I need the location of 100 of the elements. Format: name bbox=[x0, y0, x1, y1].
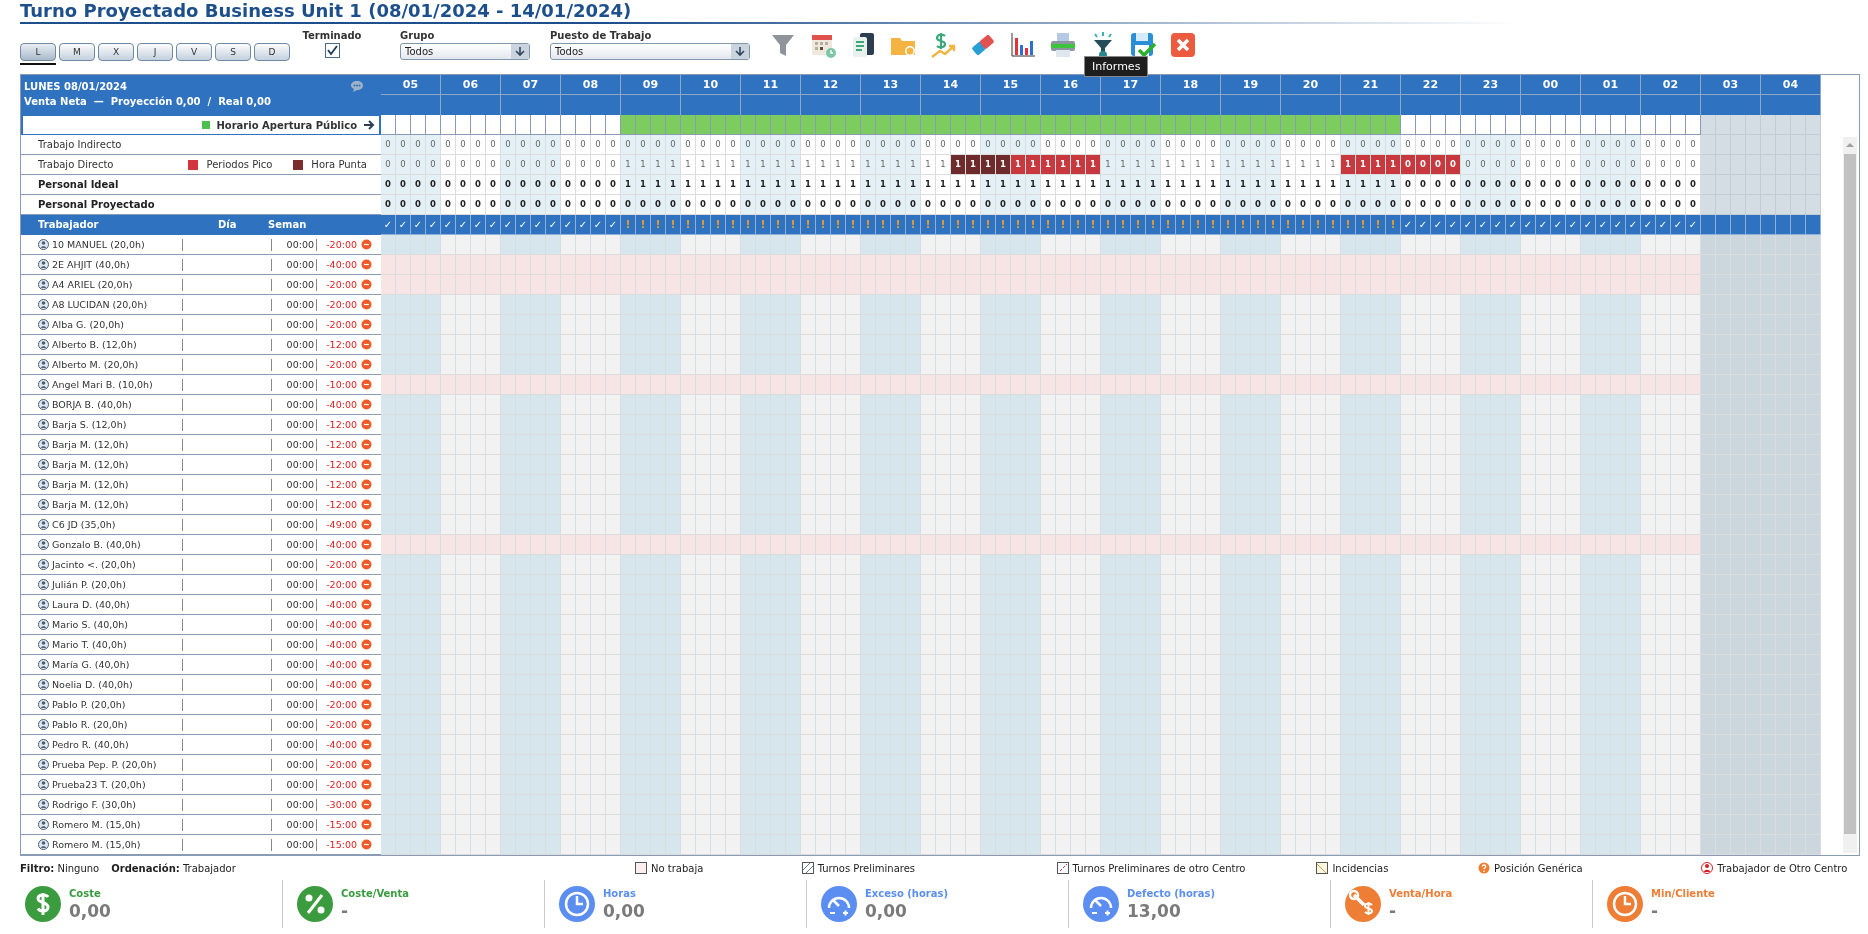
dropdown[interactable]: Todos bbox=[550, 43, 750, 60]
shift-track[interactable] bbox=[381, 635, 1821, 655]
minus-circle-icon[interactable] bbox=[361, 319, 372, 330]
shift-track[interactable] bbox=[381, 735, 1821, 755]
shift-track[interactable] bbox=[381, 315, 1821, 335]
scrollbar[interactable] bbox=[1843, 137, 1857, 853]
shift-track[interactable] bbox=[381, 675, 1821, 695]
worker-name[interactable]: BORJA B. (40,0h) bbox=[52, 399, 182, 410]
shift-track[interactable] bbox=[381, 415, 1821, 435]
worker-name[interactable]: Mario T. (40,0h) bbox=[52, 639, 182, 650]
minus-circle-icon[interactable] bbox=[361, 539, 372, 550]
day-tab[interactable]: V bbox=[176, 43, 212, 61]
worker-name[interactable]: Barja M. (12,0h) bbox=[52, 459, 182, 470]
worker-name[interactable]: Laura D. (40,0h) bbox=[52, 599, 182, 610]
worker-name[interactable]: Romero M. (15,0h) bbox=[52, 839, 182, 850]
worker-name[interactable]: Romero M. (15,0h) bbox=[52, 819, 182, 830]
minus-circle-icon[interactable] bbox=[361, 599, 372, 610]
shift-track[interactable] bbox=[381, 655, 1821, 675]
worker-name[interactable]: Pedro R. (40,0h) bbox=[52, 739, 182, 750]
minus-circle-icon[interactable] bbox=[361, 459, 372, 470]
worker-name[interactable]: Prueba Pep. P. (20,0h) bbox=[52, 759, 182, 770]
shift-track[interactable] bbox=[381, 555, 1821, 575]
minus-circle-icon[interactable] bbox=[361, 779, 372, 790]
worker-name[interactable]: A8 LUCIDAN (20,0h) bbox=[52, 299, 182, 310]
minus-circle-icon[interactable] bbox=[361, 379, 372, 390]
shift-track[interactable] bbox=[381, 435, 1821, 455]
shift-track[interactable] bbox=[381, 795, 1821, 815]
shift-track[interactable] bbox=[381, 335, 1821, 355]
shift-track[interactable] bbox=[381, 615, 1821, 635]
shift-track[interactable] bbox=[381, 715, 1821, 735]
minus-circle-icon[interactable] bbox=[361, 339, 372, 350]
shift-track[interactable] bbox=[381, 255, 1821, 275]
comment-icon[interactable] bbox=[350, 80, 364, 92]
minus-circle-icon[interactable] bbox=[361, 499, 372, 510]
day-tab[interactable]: S bbox=[215, 43, 251, 61]
worker-name[interactable]: Angel Mari B. (10,0h) bbox=[52, 379, 182, 390]
worker-name[interactable]: Pablo R. (20,0h) bbox=[52, 719, 182, 730]
minus-circle-icon[interactable] bbox=[361, 699, 372, 710]
worker-name[interactable]: Pablo P. (20,0h) bbox=[52, 699, 182, 710]
shift-track[interactable] bbox=[381, 515, 1821, 535]
worker-name[interactable]: Julián P. (20,0h) bbox=[52, 579, 182, 590]
shift-track[interactable] bbox=[381, 815, 1821, 835]
minus-circle-icon[interactable] bbox=[361, 739, 372, 750]
minus-circle-icon[interactable] bbox=[361, 279, 372, 290]
shift-track[interactable] bbox=[381, 375, 1821, 395]
minus-circle-icon[interactable] bbox=[361, 839, 372, 850]
worker-name[interactable]: 2E AHJIT (40,0h) bbox=[52, 259, 182, 270]
worker-name[interactable]: Mario S. (40,0h) bbox=[52, 619, 182, 630]
day-tab[interactable]: X bbox=[98, 43, 134, 61]
shift-track[interactable] bbox=[381, 575, 1821, 595]
worker-name[interactable]: 10 MANUEL (20,0h) bbox=[52, 239, 182, 250]
day-tab[interactable]: D bbox=[254, 43, 290, 61]
shift-track[interactable] bbox=[381, 395, 1821, 415]
shift-track[interactable] bbox=[381, 235, 1821, 255]
worker-name[interactable]: Barja M. (12,0h) bbox=[52, 479, 182, 490]
minus-circle-icon[interactable] bbox=[361, 639, 372, 650]
minus-circle-icon[interactable] bbox=[361, 799, 372, 810]
worker-name[interactable]: A4 ARIEL (20,0h) bbox=[52, 279, 182, 290]
worker-name[interactable]: Gonzalo B. (40,0h) bbox=[52, 539, 182, 550]
printer-icon[interactable] bbox=[1048, 30, 1078, 60]
worker-name[interactable]: Prueba23 T. (20,0h) bbox=[52, 779, 182, 790]
worker-name[interactable]: Barja S. (12,0h) bbox=[52, 419, 182, 430]
worker-name[interactable]: Alba G. (20,0h) bbox=[52, 319, 182, 330]
minus-circle-icon[interactable] bbox=[361, 659, 372, 670]
worker-name[interactable]: Jacinto <. (20,0h) bbox=[52, 559, 182, 570]
worker-name[interactable]: Barja M. (12,0h) bbox=[52, 439, 182, 450]
day-tab[interactable]: L bbox=[20, 43, 56, 61]
arrow-right-icon[interactable] bbox=[363, 120, 375, 130]
shift-track[interactable] bbox=[381, 455, 1821, 475]
day-tab[interactable]: J bbox=[137, 43, 173, 61]
minus-circle-icon[interactable] bbox=[361, 399, 372, 410]
minus-circle-icon[interactable] bbox=[361, 299, 372, 310]
shift-track[interactable] bbox=[381, 695, 1821, 715]
shift-track[interactable] bbox=[381, 835, 1821, 855]
minus-circle-icon[interactable] bbox=[361, 819, 372, 830]
worker-name[interactable]: Rodrigo F. (30,0h) bbox=[52, 799, 182, 810]
shift-track[interactable] bbox=[381, 295, 1821, 315]
minus-circle-icon[interactable] bbox=[361, 519, 372, 530]
dropdown[interactable]: Todos bbox=[400, 43, 530, 60]
worker-name[interactable]: C6 JD (35,0h) bbox=[52, 519, 182, 530]
minus-circle-icon[interactable] bbox=[361, 759, 372, 770]
minus-circle-icon[interactable] bbox=[361, 559, 372, 570]
shift-track[interactable] bbox=[381, 775, 1821, 795]
close-icon[interactable] bbox=[1168, 30, 1198, 60]
shift-track[interactable] bbox=[381, 355, 1821, 375]
worker-name[interactable]: María G. (40,0h) bbox=[52, 659, 182, 670]
worker-name[interactable]: Barja M. (12,0h) bbox=[52, 499, 182, 510]
day-tab[interactable]: M bbox=[59, 43, 95, 61]
checkbox[interactable] bbox=[324, 43, 340, 58]
bar-chart-icon[interactable] bbox=[1008, 30, 1038, 60]
minus-circle-icon[interactable] bbox=[361, 719, 372, 730]
minus-circle-icon[interactable] bbox=[361, 419, 372, 430]
minus-circle-icon[interactable] bbox=[361, 479, 372, 490]
shift-track[interactable] bbox=[381, 535, 1821, 555]
worker-name[interactable]: Alberto M. (20,0h) bbox=[52, 359, 182, 370]
minus-circle-icon[interactable] bbox=[361, 619, 372, 630]
minus-circle-icon[interactable] bbox=[361, 239, 372, 250]
minus-circle-icon[interactable] bbox=[361, 579, 372, 590]
shift-track[interactable] bbox=[381, 495, 1821, 515]
worker-name[interactable]: Noelia D. (40,0h) bbox=[52, 679, 182, 690]
